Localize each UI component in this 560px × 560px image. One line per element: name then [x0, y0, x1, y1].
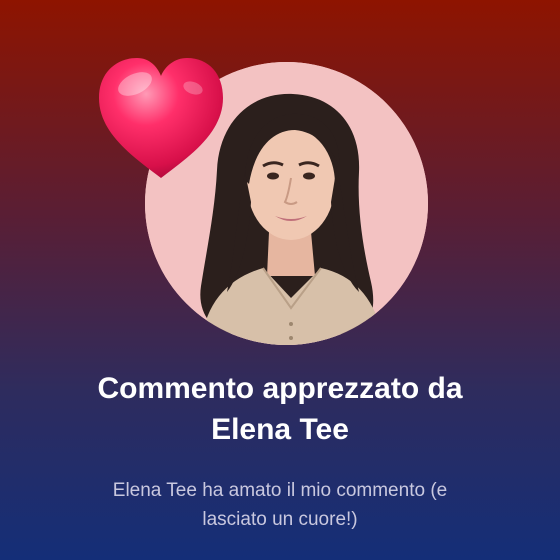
title-line-1: Commento apprezzato da	[97, 372, 463, 405]
notification-message: Elena Tee ha amato il mio commento (e la…	[40, 476, 520, 534]
heart-icon	[95, 54, 227, 182]
title-line-2: Elena Tee	[211, 413, 349, 446]
message-line-1: Elena Tee ha amato il mio commento (e	[112, 480, 448, 501]
notification-title: Commento apprezzato da Elena Tee	[30, 368, 530, 450]
message-line-2: lasciato un cuore!)	[202, 509, 358, 530]
